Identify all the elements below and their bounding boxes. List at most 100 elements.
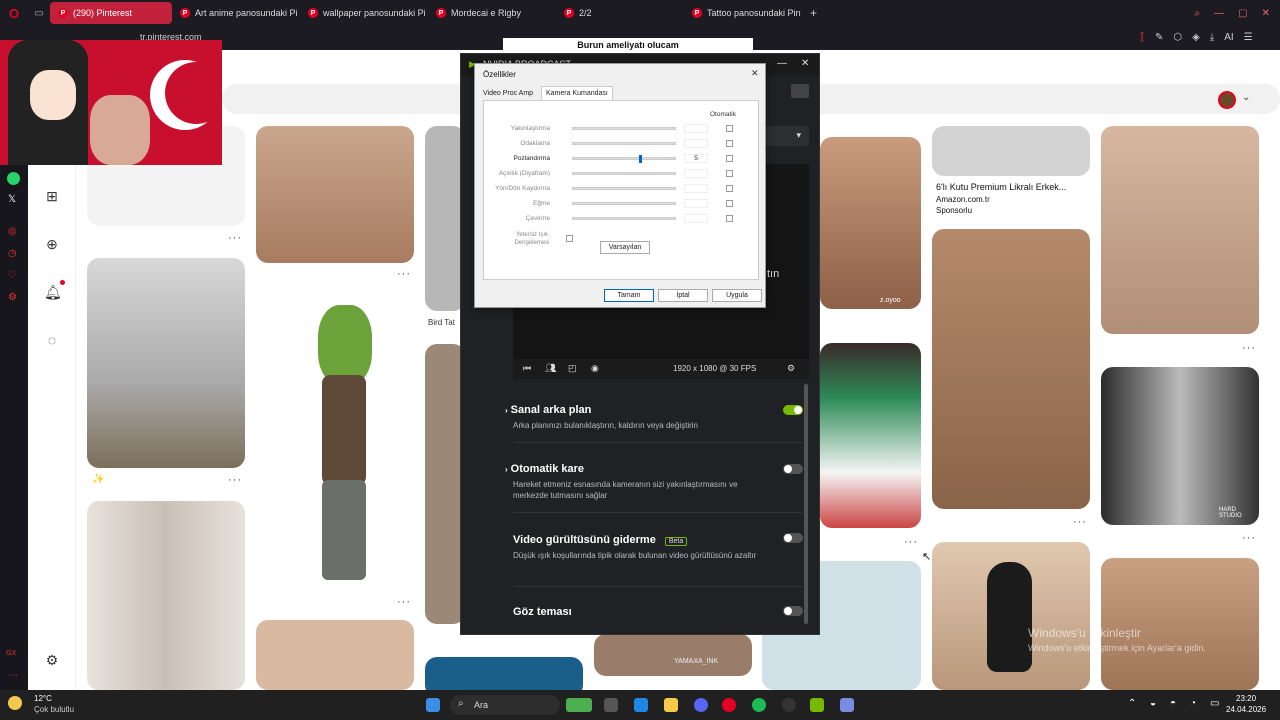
control-value[interactable] <box>684 169 708 178</box>
skip-icon[interactable]: ⏮ <box>523 363 531 374</box>
pin-image[interactable] <box>256 126 414 263</box>
slider-thumb[interactable] <box>639 155 643 163</box>
new-tab-icon[interactable]: + <box>810 6 830 20</box>
download-icon[interactable]: ⤓ <box>1210 32 1214 43</box>
file-explorer-icon[interactable] <box>664 698 678 712</box>
pin-image[interactable] <box>932 542 1090 690</box>
control-value[interactable] <box>684 199 708 208</box>
pin-image[interactable]: z.oyoo <box>820 137 921 309</box>
auto-checkbox[interactable] <box>726 200 733 207</box>
extensions-icon[interactable]: ⬡ <box>1173 32 1182 43</box>
windows-start-icon[interactable] <box>426 698 440 712</box>
battery-icon[interactable]: ▭ <box>1210 698 1219 709</box>
snapshot-icon[interactable]: ◈ <box>1192 32 1200 43</box>
close-icon[interactable]: ✕ <box>801 58 809 69</box>
weather-icon[interactable] <box>8 696 22 710</box>
pin-image[interactable] <box>932 126 1090 176</box>
control-slider[interactable] <box>572 217 676 220</box>
effects-icon[interactable]: ⚙ <box>787 363 795 374</box>
messages-icon[interactable]: ◌ <box>44 332 60 348</box>
settings-side-icon[interactable]: ⚙ <box>8 292 17 303</box>
opera-logo-icon[interactable]: O <box>0 6 28 21</box>
widget-icon[interactable] <box>566 698 592 712</box>
control-slider[interactable] <box>572 202 676 205</box>
task-view-icon[interactable] <box>604 698 618 712</box>
auto-checkbox[interactable] <box>726 140 733 147</box>
auto-frame-toggle[interactable] <box>783 464 803 474</box>
pin-more-icon[interactable]: ··· <box>228 474 242 486</box>
bookmark-icon[interactable]: ⟦ <box>1140 32 1145 43</box>
tab-art-anime[interactable]: P Art anime panosundaki Pi <box>172 2 300 24</box>
control-value[interactable] <box>684 214 708 223</box>
pin-image[interactable] <box>87 258 245 468</box>
scrollbar[interactable] <box>804 384 808 624</box>
pin-image[interactable] <box>1101 126 1259 334</box>
ok-button[interactable]: Tamam <box>604 289 654 302</box>
tab-2-of-2[interactable]: P 2/2 <box>556 2 684 24</box>
pin-image[interactable] <box>425 126 465 311</box>
auto-checkbox[interactable] <box>726 125 733 132</box>
whatsapp-icon[interactable] <box>7 172 20 185</box>
tab-tattoo[interactable]: P Tattoo panosundaki Pin <box>684 2 810 24</box>
control-value[interactable]: 5 <box>684 154 708 163</box>
pin-more-icon[interactable]: ··· <box>397 596 411 608</box>
auto-checkbox[interactable] <box>726 170 733 177</box>
control-slider[interactable] <box>572 155 676 163</box>
pin-more-icon[interactable]: ··· <box>1242 342 1256 354</box>
pin-image[interactable] <box>820 343 921 528</box>
nvidia-broadcast-icon[interactable] <box>810 698 824 712</box>
dialog-close-icon[interactable]: ✕ <box>751 68 759 79</box>
app-icon[interactable] <box>840 698 854 712</box>
pin-image[interactable] <box>425 344 465 624</box>
chat-icon[interactable] <box>791 84 809 98</box>
taskbar-search[interactable]: ⌕ Ara <box>450 695 560 715</box>
notifications-icon[interactable]: 🔔︎ <box>44 284 62 300</box>
search-tabs-icon[interactable]: ⌕ <box>1195 8 1201 19</box>
pin-more-icon[interactable]: ··· <box>397 268 411 280</box>
vk-icon[interactable]: ◎ <box>8 226 17 237</box>
maximize-icon[interactable]: ▢ <box>1238 8 1247 19</box>
control-slider[interactable] <box>572 127 676 130</box>
create-icon[interactable]: ⊕ <box>44 236 60 252</box>
close-window-icon[interactable]: ✕ <box>1262 8 1270 19</box>
settings-icon[interactable]: ⚙ <box>44 652 60 668</box>
tab-wallpaper[interactable]: Pwallpaper panosundaki Pi <box>300 2 428 24</box>
tab-menu-icon[interactable]: ▭ <box>28 8 50 19</box>
pin-image[interactable] <box>932 229 1090 509</box>
minimize-icon[interactable]: — <box>1214 8 1224 19</box>
heart-icon[interactable]: ♡ <box>8 270 17 281</box>
volume-icon[interactable]: ◔ <box>1190 698 1196 709</box>
minimize-icon[interactable]: — <box>777 58 787 69</box>
defaults-button[interactable]: Varsayılan <box>600 241 650 254</box>
history-icon[interactable]: ◷ <box>8 248 17 259</box>
eye-icon[interactable]: ◉ <box>591 363 599 374</box>
pin-image[interactable]: HARD STUDIO <box>1101 367 1259 525</box>
virtual-background-toggle[interactable] <box>783 405 803 415</box>
auto-checkbox[interactable] <box>726 215 733 222</box>
more-icon[interactable]: ⋯ <box>8 670 18 681</box>
steam-icon[interactable] <box>782 698 796 712</box>
pin-image[interactable] <box>1101 558 1259 690</box>
pin-more-icon[interactable]: ··· <box>1242 532 1256 544</box>
cancel-button[interactable]: İptal <box>658 289 708 302</box>
pin-image[interactable] <box>87 501 245 690</box>
camera-icon[interactable]: ◰ <box>568 363 577 374</box>
tab-camera-control[interactable]: Kamera Kumandası <box>541 86 613 100</box>
auto-checkbox[interactable] <box>726 155 733 162</box>
pin-more-icon[interactable]: ··· <box>228 232 242 244</box>
pin-more-icon[interactable]: ··· <box>904 536 918 548</box>
x-icon[interactable]: 𝕏 <box>8 194 16 205</box>
pin-image[interactable]: YAMAXA_INK <box>594 634 752 676</box>
chevron-down-icon[interactable]: ⌄ <box>1242 92 1250 103</box>
menu-icon[interactable]: ☰ <box>1244 32 1253 43</box>
tray-app-icon[interactable]: ◒ <box>1150 698 1156 709</box>
boards-icon[interactable]: ⊞ <box>44 188 60 204</box>
tab-pinterest[interactable]: P (290) Pinterest <box>50 2 172 24</box>
apply-button[interactable]: Uygula <box>712 289 762 302</box>
control-slider[interactable] <box>572 172 676 175</box>
video-noise-toggle[interactable] <box>783 533 803 543</box>
pin-more-icon[interactable]: ··· <box>1073 516 1087 528</box>
control-value[interactable] <box>684 139 708 148</box>
tab-video-proc-amp[interactable]: Video Proc Amp <box>483 90 533 97</box>
chevron-up-icon[interactable]: ⌃ <box>1128 698 1136 709</box>
